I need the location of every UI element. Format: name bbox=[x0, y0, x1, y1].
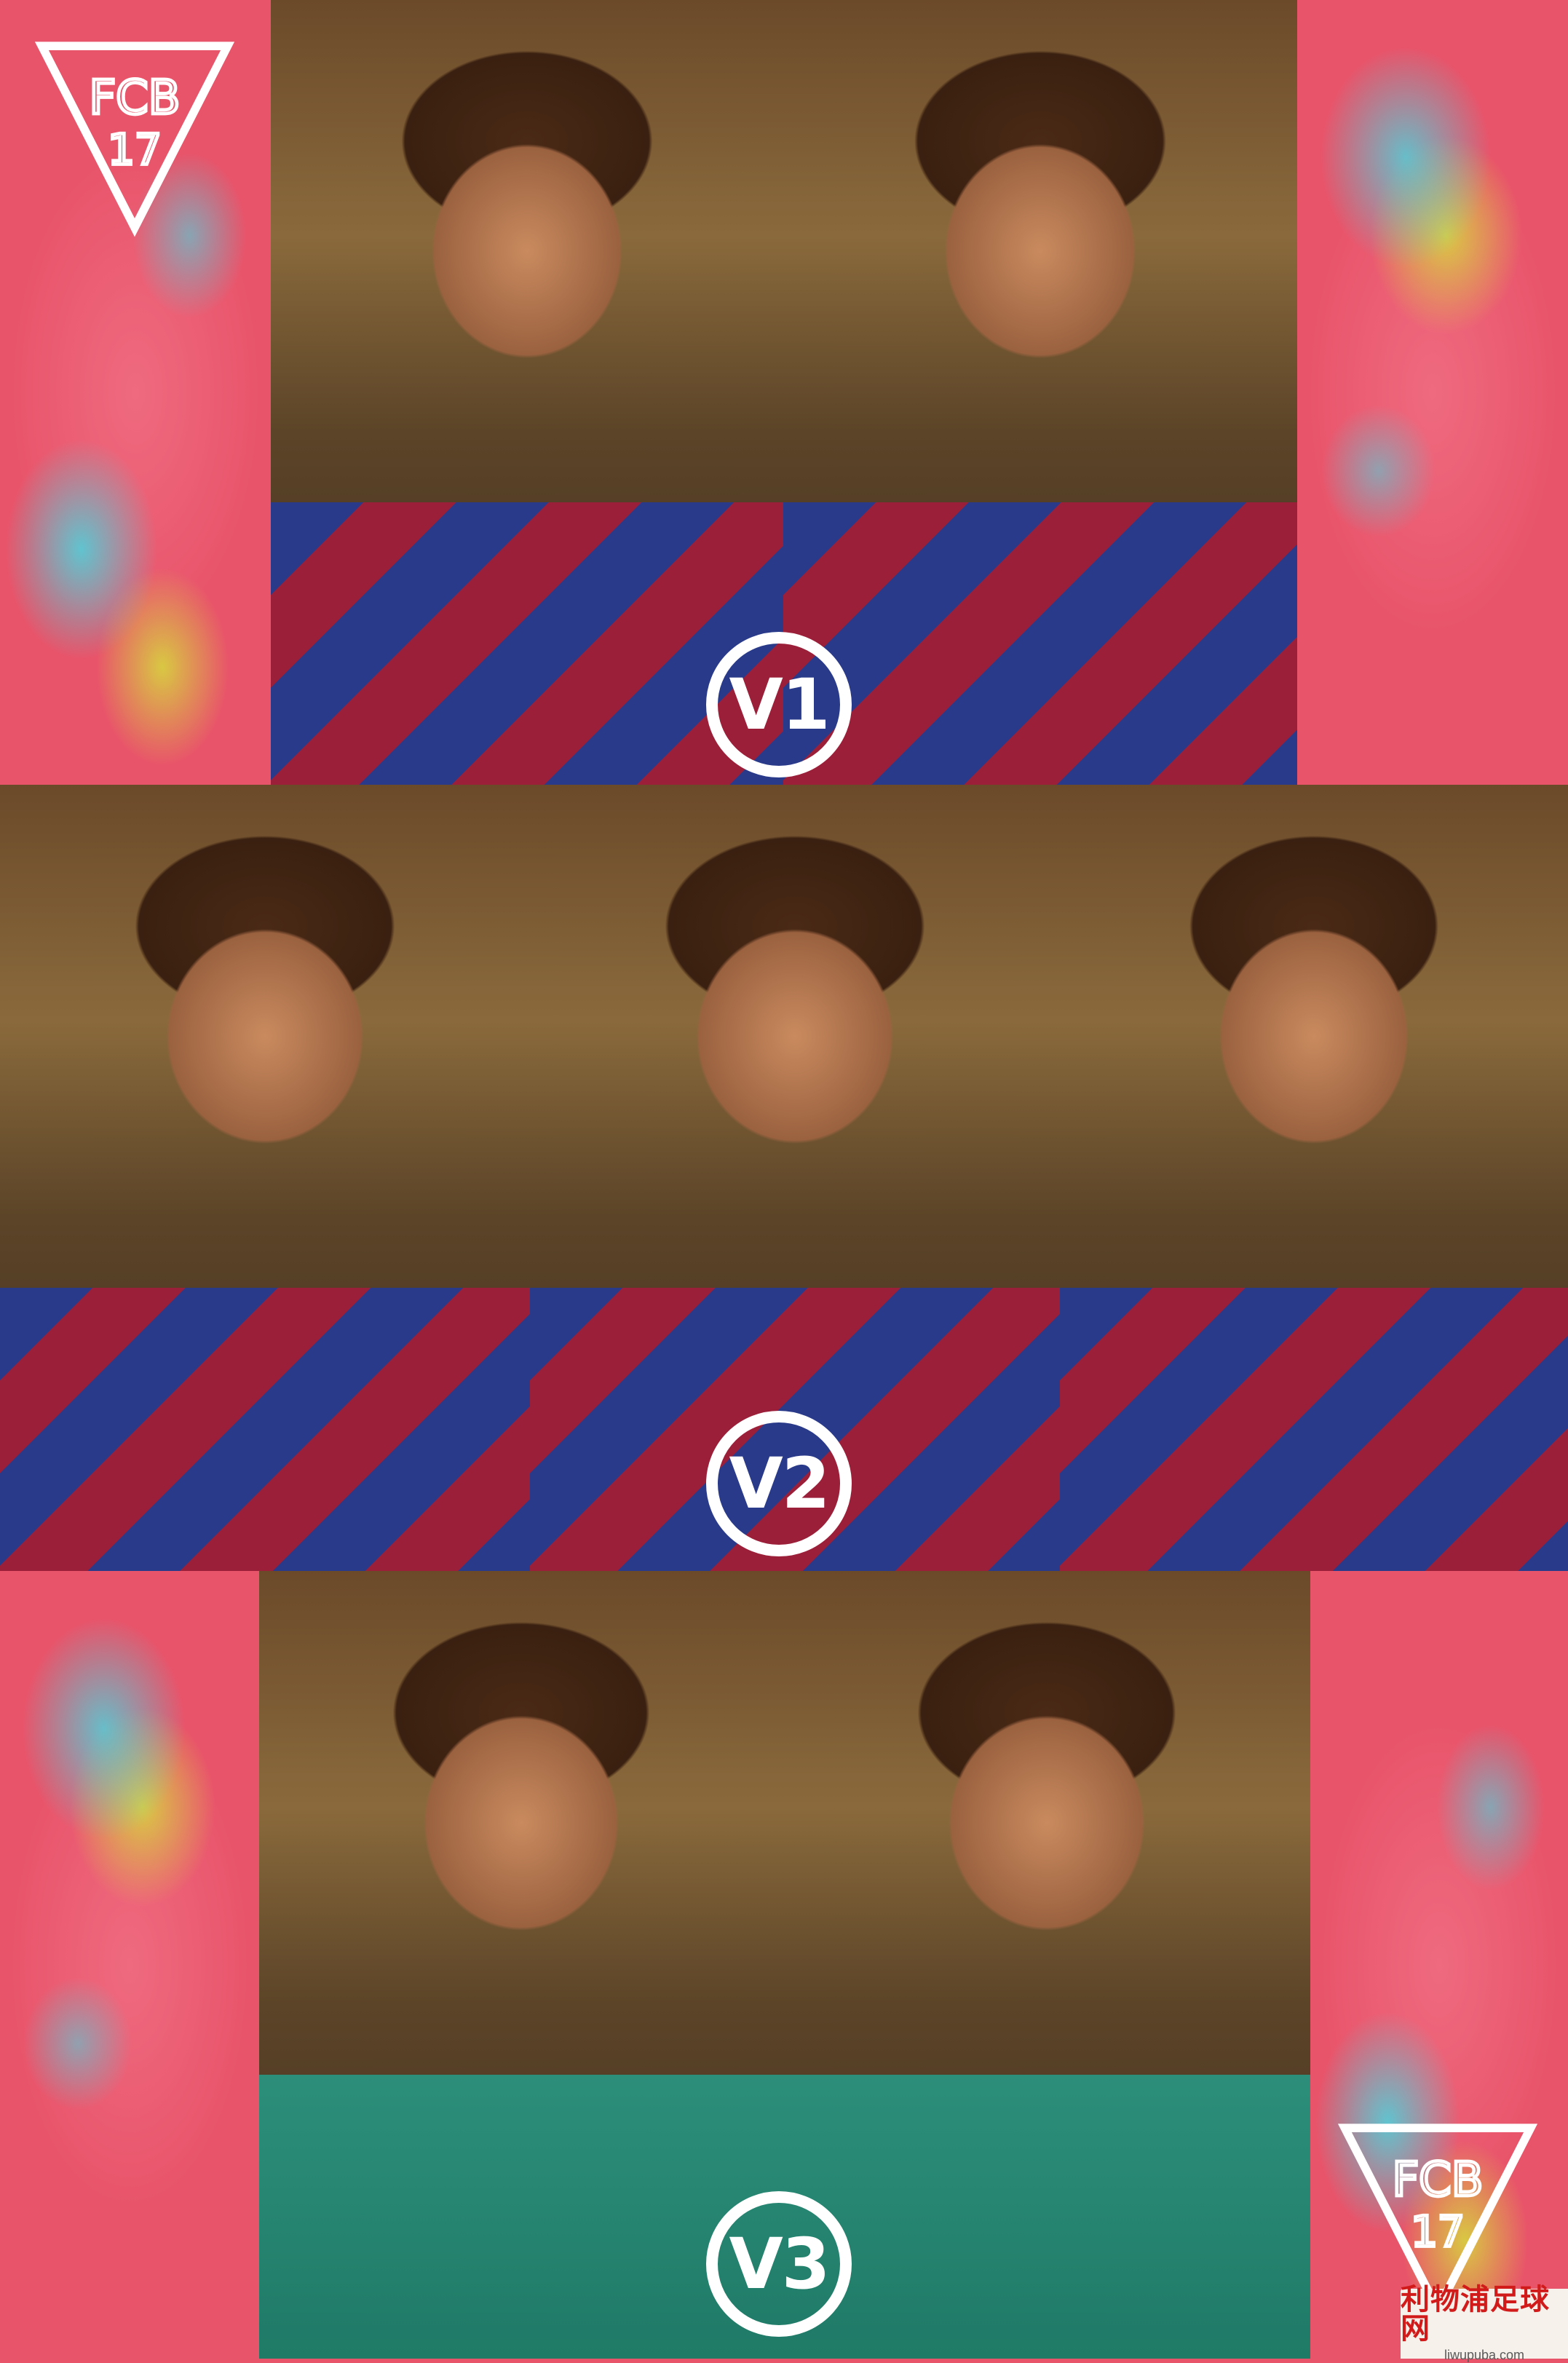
player-photo-v2-right bbox=[1060, 785, 1568, 1571]
svg-text:FCB: FCB bbox=[89, 71, 180, 125]
player-photo-v2-left bbox=[0, 785, 530, 1571]
watermark-url: liwupuba.com bbox=[1444, 2347, 1525, 2362]
version-badge-v1: V1 bbox=[706, 632, 852, 777]
fcb17-logo-top-left: FCB 17 bbox=[29, 29, 240, 240]
site-watermark: 利物浦足球网 liwupuba.com bbox=[1401, 2285, 1568, 2362]
svg-text:FCB: FCB bbox=[1392, 2153, 1483, 2207]
shirt-kit bbox=[783, 2075, 1310, 2359]
svg-text:17: 17 bbox=[1411, 2207, 1465, 2257]
watermark-title: 利物浦足球网 bbox=[1401, 2282, 1550, 2346]
version-badge-v3: V3 bbox=[706, 2191, 852, 2337]
player-photo-v3-right bbox=[783, 1571, 1310, 2359]
shirt-kit bbox=[1060, 1288, 1568, 1571]
shirt-kit bbox=[783, 502, 1297, 785]
version-badge-v2: V2 bbox=[706, 1411, 852, 1556]
svg-text:17: 17 bbox=[108, 125, 162, 175]
fcb17-triangle-logo-icon: FCB 17 bbox=[34, 41, 235, 237]
shirt-kit bbox=[0, 1288, 530, 1571]
decorative-panel-top-right bbox=[1297, 0, 1568, 785]
player-photo-v1-left bbox=[271, 0, 783, 785]
decorative-panel-bottom-left bbox=[0, 1571, 259, 2359]
player-photo-v3-left bbox=[259, 1571, 783, 2359]
shirt-kit bbox=[271, 502, 783, 785]
shirt-kit bbox=[259, 2075, 783, 2359]
player-photo-v1-right bbox=[783, 0, 1297, 785]
